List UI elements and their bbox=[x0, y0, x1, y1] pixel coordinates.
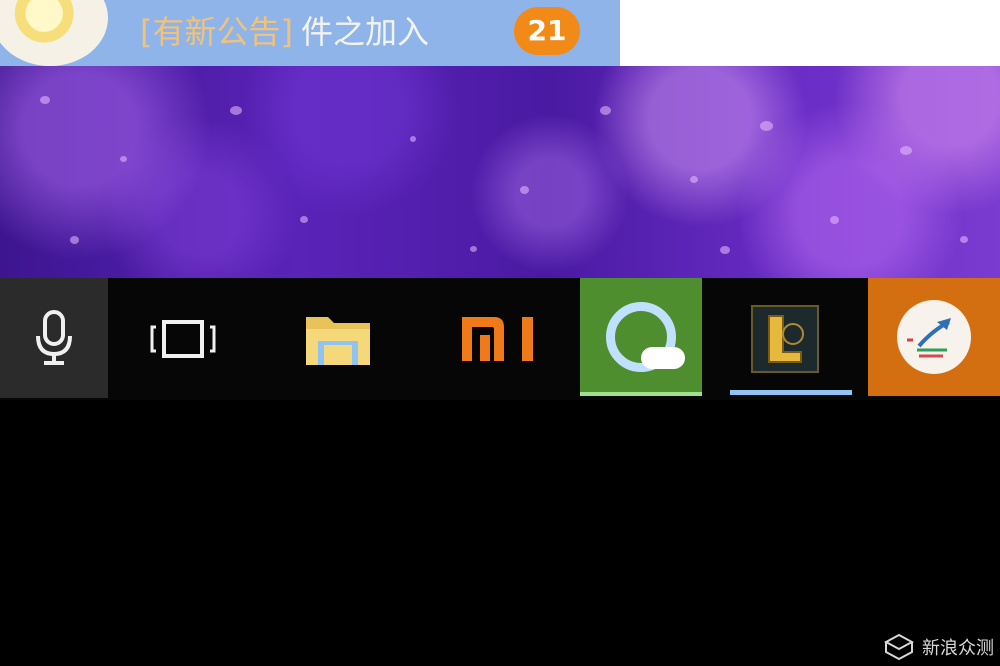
qq-cloud-icon bbox=[606, 302, 685, 372]
desktop-wallpaper bbox=[0, 66, 1000, 278]
window-area bbox=[620, 0, 1000, 66]
taskbar-item-xiaomi[interactable] bbox=[418, 278, 578, 400]
microphone-icon bbox=[36, 310, 72, 365]
task-view-icon bbox=[150, 320, 216, 358]
taskbar-item-file-explorer[interactable] bbox=[258, 278, 418, 400]
taskbar bbox=[0, 278, 1000, 400]
watermark-text: 新浪众测 bbox=[922, 638, 994, 659]
text-fade bbox=[440, 0, 500, 66]
notice-message: 件之加入 bbox=[300, 13, 429, 51]
active-app-indicator bbox=[730, 390, 852, 395]
lol-icon bbox=[751, 305, 819, 373]
taskbar-item-qq-browser[interactable] bbox=[580, 278, 702, 396]
cube-logo-icon bbox=[884, 634, 914, 660]
notification-bar[interactable]: [有新公告] 件之加入 21 bbox=[0, 0, 620, 66]
taskbar-item-task-view[interactable] bbox=[108, 278, 258, 400]
taskbar-item-microphone[interactable] bbox=[0, 278, 108, 398]
taskbar-item-app[interactable] bbox=[868, 278, 1000, 396]
notification-text: [有新公告] 件之加入 bbox=[140, 10, 429, 54]
mi-logo-icon bbox=[462, 317, 533, 361]
folder-icon bbox=[306, 317, 370, 365]
taskbar-item-league-of-legends[interactable] bbox=[702, 278, 868, 400]
notice-tag: [有新公告] bbox=[140, 13, 293, 51]
avatar bbox=[0, 0, 108, 66]
watermark: 新浪众测 bbox=[884, 634, 994, 660]
unread-badge: 21 bbox=[514, 7, 580, 55]
app-circle-icon bbox=[897, 300, 971, 374]
